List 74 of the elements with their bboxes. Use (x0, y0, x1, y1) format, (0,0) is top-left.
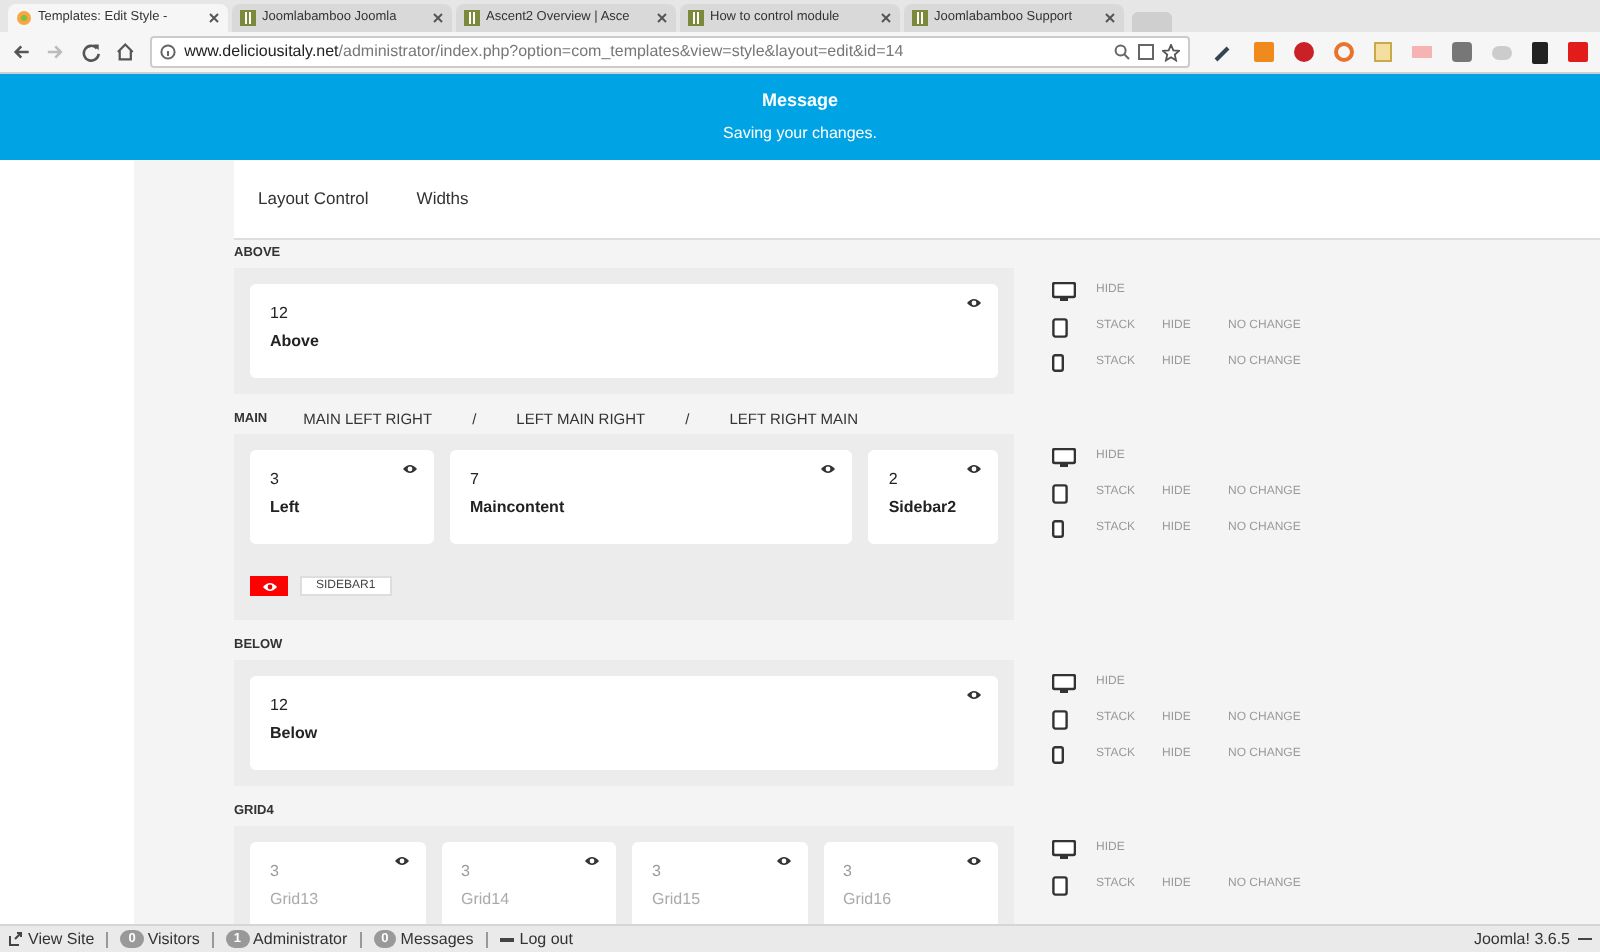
show-button[interactable] (250, 576, 288, 596)
version-text: Joomla! 3.6.5 (1473, 927, 1570, 951)
message-text: Saving your changes. (723, 121, 877, 146)
back-icon[interactable] (12, 42, 31, 62)
translate-icon[interactable] (1137, 44, 1154, 60)
eye-icon[interactable] (966, 854, 982, 868)
position-width: 3 (270, 860, 279, 884)
close-icon[interactable] (208, 12, 220, 24)
position-width: 7 (470, 468, 479, 492)
message-title: Message (761, 88, 839, 115)
close-icon[interactable] (432, 12, 444, 24)
address-bar[interactable]: www.deliciousitaly.net/administrator/index.php?option=com_templates&view=style&layout=edit&id=14 (150, 36, 1190, 68)
info-icon (160, 44, 177, 60)
position-width: 3 (652, 860, 661, 884)
position-name: Above (270, 330, 319, 354)
status-label: Administrator (253, 927, 348, 951)
logout-link[interactable]: Log out (499, 927, 573, 951)
eye-icon[interactable] (402, 462, 418, 476)
close-icon[interactable] (880, 12, 892, 24)
tablet-icon (1052, 483, 1068, 503)
minus-icon (1578, 937, 1592, 941)
desktop-icon (1052, 673, 1076, 693)
tablet-icon (1052, 709, 1068, 729)
position-width: 3 (461, 860, 470, 884)
eye-icon[interactable] (966, 462, 982, 476)
eye-icon[interactable] (775, 854, 791, 868)
eye-icon (261, 579, 277, 593)
position-name: Grid14 (461, 888, 510, 912)
eye-icon[interactable] (966, 688, 982, 702)
desktop-icon (1052, 839, 1076, 859)
pin-icon[interactable] (1293, 42, 1314, 62)
eye-icon[interactable] (820, 462, 837, 476)
position-name: Grid15 (652, 888, 701, 912)
position-width: 12 (270, 694, 288, 718)
desktop-icon (1052, 447, 1076, 467)
position-width: 3 (843, 860, 852, 884)
layout-tab[interactable]: Layout Control (258, 186, 369, 212)
extension-icon[interactable] (1531, 41, 1548, 63)
position-width: 2 (888, 468, 898, 492)
bamboo-icon (912, 10, 928, 26)
bamboo-icon (688, 10, 704, 26)
home-icon[interactable] (115, 42, 135, 62)
position-name: Grid16 (843, 888, 892, 912)
status-label: Visitors (147, 927, 200, 951)
close-icon[interactable] (656, 12, 668, 24)
external-link-icon (8, 932, 22, 946)
bamboo-icon (240, 10, 256, 26)
eye-icon[interactable] (393, 854, 409, 868)
position-width: 12 (270, 302, 288, 326)
position-name: Sidebar2 (888, 496, 957, 520)
phone-icon (1052, 354, 1064, 372)
desktop-icon (1052, 281, 1076, 301)
tablet-icon (1052, 317, 1068, 337)
position-name: Left (270, 496, 300, 520)
position-name: Below (270, 722, 318, 746)
layout-tab[interactable]: Widths (416, 186, 469, 212)
minus-icon (499, 937, 514, 941)
url-text: www.deliciousitaly.net/administrator/index.php?option=com_templates&view=style&layout=edit&id=14 (184, 40, 904, 64)
reload-icon[interactable] (81, 42, 100, 62)
joomla-icon (16, 10, 32, 26)
zoom-icon[interactable] (1113, 44, 1130, 60)
star-icon[interactable] (1161, 43, 1180, 61)
position-name: Grid13 (270, 888, 319, 912)
phone-icon (1052, 746, 1064, 764)
position-name: Maincontent (470, 496, 565, 520)
eye-icon[interactable] (584, 854, 600, 868)
status-label: Messages (400, 927, 474, 951)
phone-icon (1052, 520, 1064, 538)
bamboo-icon (464, 10, 480, 26)
tablet-icon (1052, 875, 1068, 895)
close-icon[interactable] (1104, 12, 1116, 24)
view-site-link[interactable]: View Site (8, 927, 95, 951)
eye-icon[interactable] (966, 296, 982, 310)
position-width: 3 (270, 468, 279, 492)
